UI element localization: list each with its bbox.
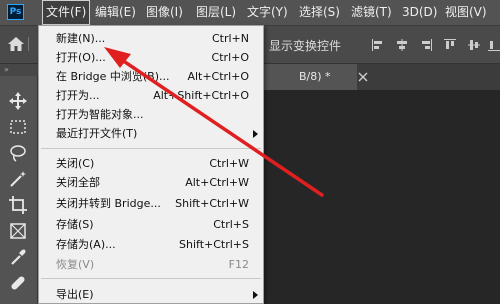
menu-select[interactable]: 选择(S) xyxy=(296,0,343,25)
document-tab[interactable]: B/8) * xyxy=(257,64,357,90)
menu-item-open-as-smart-object[interactable]: 打开为智能对象... xyxy=(39,105,263,124)
tools-panel: » xyxy=(0,64,38,304)
show-transform-controls-label[interactable]: 显示变换控件 xyxy=(269,37,341,54)
align-left-icon[interactable] xyxy=(372,39,384,51)
menu-type[interactable]: 文字(Y) xyxy=(244,0,291,25)
menu-item-open[interactable]: 打开(O)... Ctrl+O xyxy=(39,48,263,67)
home-icon[interactable] xyxy=(6,35,26,53)
menu-image[interactable]: 图像(I) xyxy=(143,0,186,25)
lasso-tool-icon[interactable] xyxy=(7,142,29,164)
move-tool-icon[interactable] xyxy=(7,90,29,112)
close-icon[interactable] xyxy=(358,72,368,82)
submenu-arrow-icon xyxy=(253,130,258,138)
submenu-arrow-icon xyxy=(253,291,258,299)
marquee-tool-icon[interactable] xyxy=(7,116,29,138)
menu-filter[interactable]: 滤镜(T) xyxy=(348,0,395,25)
healing-brush-tool-icon[interactable] xyxy=(7,272,29,294)
crop-tool-icon[interactable] xyxy=(7,194,29,216)
menu-item-browse-in-bridge[interactable]: 在 Bridge 中浏览(B)... Alt+Ctrl+O xyxy=(39,67,263,86)
align-center-icon[interactable] xyxy=(396,39,408,51)
menu-view[interactable]: 视图(V) xyxy=(442,0,490,25)
magic-wand-tool-icon[interactable] xyxy=(7,168,29,190)
file-menu-dropdown: 新建(N)... Ctrl+N 打开(O)... Ctrl+O 在 Bridge 中… xyxy=(38,25,264,304)
menu-item-close-and-go-to-bridge[interactable]: 关闭并转到 Bridge... Shift+Ctrl+W xyxy=(39,194,263,213)
menu-item-revert: 恢复(V) F12 xyxy=(56,258,249,271)
document-tab-title: B/8) * xyxy=(299,70,331,83)
eyedropper-tool-icon[interactable] xyxy=(7,246,29,268)
menu-item-new[interactable]: 新建(N)... Ctrl+N xyxy=(39,29,263,48)
menu-item-save[interactable]: 存储(S) Ctrl+S xyxy=(39,215,263,234)
align-top-icon[interactable] xyxy=(444,39,456,51)
menu-item-export[interactable]: 导出(E) xyxy=(39,285,263,304)
menu-bar: Ps 文件(F) 编辑(E) 图像(I) 图层(L) 文字(Y) 选择(S) 滤… xyxy=(0,0,500,26)
photoshop-logo: Ps xyxy=(7,4,24,20)
menu-item-open-as[interactable]: 打开为... Alt+Shift+Ctrl+O xyxy=(39,86,263,105)
menu-item-open-recent[interactable]: 最近打开文件(T) xyxy=(39,124,263,143)
menu-file[interactable]: 文件(F) xyxy=(42,0,91,25)
menu-edit[interactable]: 编辑(E) xyxy=(92,0,139,25)
menu-separator xyxy=(41,278,261,279)
frame-tool-icon[interactable] xyxy=(7,220,29,242)
menu-item-save-as[interactable]: 存储为(A)... Shift+Ctrl+S xyxy=(39,235,263,254)
menu-item-close[interactable]: 关闭(C) Ctrl+W xyxy=(39,154,263,173)
menu-3d[interactable]: 3D(D) xyxy=(399,0,440,25)
align-bottom-icon[interactable] xyxy=(488,39,500,51)
panel-grip[interactable]: » xyxy=(0,64,38,76)
menu-separator xyxy=(41,148,261,149)
menu-item-close-all[interactable]: 关闭全部 Alt+Ctrl+W xyxy=(39,173,263,192)
menu-layer[interactable]: 图层(L) xyxy=(193,0,239,25)
align-middle-icon[interactable] xyxy=(468,39,480,51)
align-right-icon[interactable] xyxy=(420,39,432,51)
